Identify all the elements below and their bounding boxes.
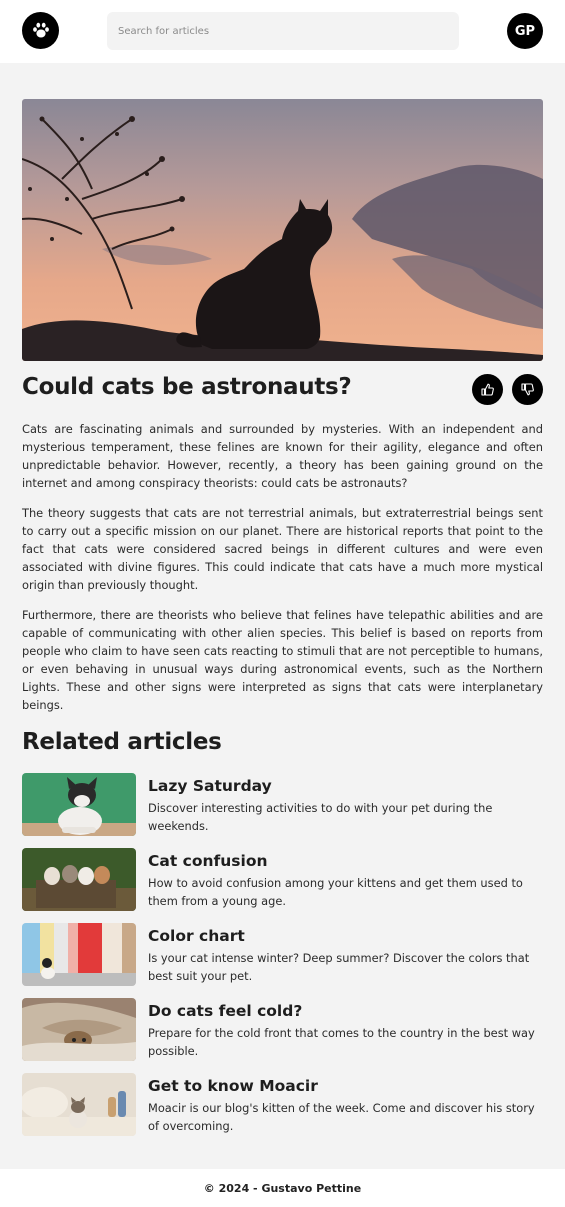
- related-article-thumbnail: [22, 923, 136, 986]
- article-hero-image: [22, 99, 543, 361]
- paw-logo-button[interactable]: [22, 12, 59, 49]
- related-article-title: Do cats feel cold?: [148, 1002, 303, 1020]
- article-paragraph: Cats are fascinating animals and surroun…: [22, 422, 543, 490]
- related-article-card[interactable]: Cat confusion How to avoid confusion amo…: [22, 848, 543, 911]
- search-input[interactable]: [107, 12, 459, 50]
- thumbs-down-icon: [521, 383, 534, 396]
- article-paragraph: The theory suggests that cats are not te…: [22, 506, 543, 592]
- related-article-thumbnail: [22, 1073, 136, 1136]
- related-article-title: Get to know Moacir: [148, 1077, 318, 1095]
- related-article-description: How to avoid confusion among your kitten…: [148, 876, 523, 908]
- thumbs-up-icon: [481, 383, 494, 396]
- related-articles-list: Lazy Saturday Discover interesting activ…: [22, 773, 543, 1148]
- related-article-thumbnail: [22, 773, 136, 836]
- article-title: Could cats be astronauts?: [22, 374, 352, 400]
- top-header: GP: [0, 0, 565, 63]
- related-article-description: Prepare for the cold front that comes to…: [148, 1026, 535, 1058]
- related-articles-heading: Related articles: [22, 729, 222, 755]
- copyright-text: © 2024 - Gustavo Pettine: [203, 1181, 362, 1195]
- user-avatar[interactable]: GP: [507, 13, 543, 49]
- like-button[interactable]: [472, 374, 503, 405]
- related-article-thumbnail: [22, 998, 136, 1061]
- related-article-title: Lazy Saturday: [148, 777, 272, 795]
- related-article-title: Color chart: [148, 927, 245, 945]
- page-footer: © 2024 - Gustavo Pettine: [0, 1169, 565, 1207]
- related-article-description: Is your cat intense winter? Deep summer?…: [148, 951, 530, 983]
- dislike-button[interactable]: [512, 374, 543, 405]
- related-article-card[interactable]: Lazy Saturday Discover interesting activ…: [22, 773, 543, 836]
- related-article-card[interactable]: Get to know Moacir Moacir is our blog's …: [22, 1073, 543, 1136]
- related-article-description: Moacir is our blog's kitten of the week.…: [148, 1101, 535, 1133]
- paw-icon: [32, 22, 49, 38]
- related-article-thumbnail: [22, 848, 136, 911]
- article-paragraph: Furthermore, there are theorists who bel…: [22, 608, 543, 712]
- related-article-card[interactable]: Color chart Is your cat intense winter? …: [22, 923, 543, 986]
- related-article-card[interactable]: Do cats feel cold? Prepare for the cold …: [22, 998, 543, 1061]
- related-article-title: Cat confusion: [148, 852, 268, 870]
- article-body: Cats are fascinating animals and surroun…: [22, 420, 543, 726]
- related-article-description: Discover interesting activities to do wi…: [148, 801, 493, 833]
